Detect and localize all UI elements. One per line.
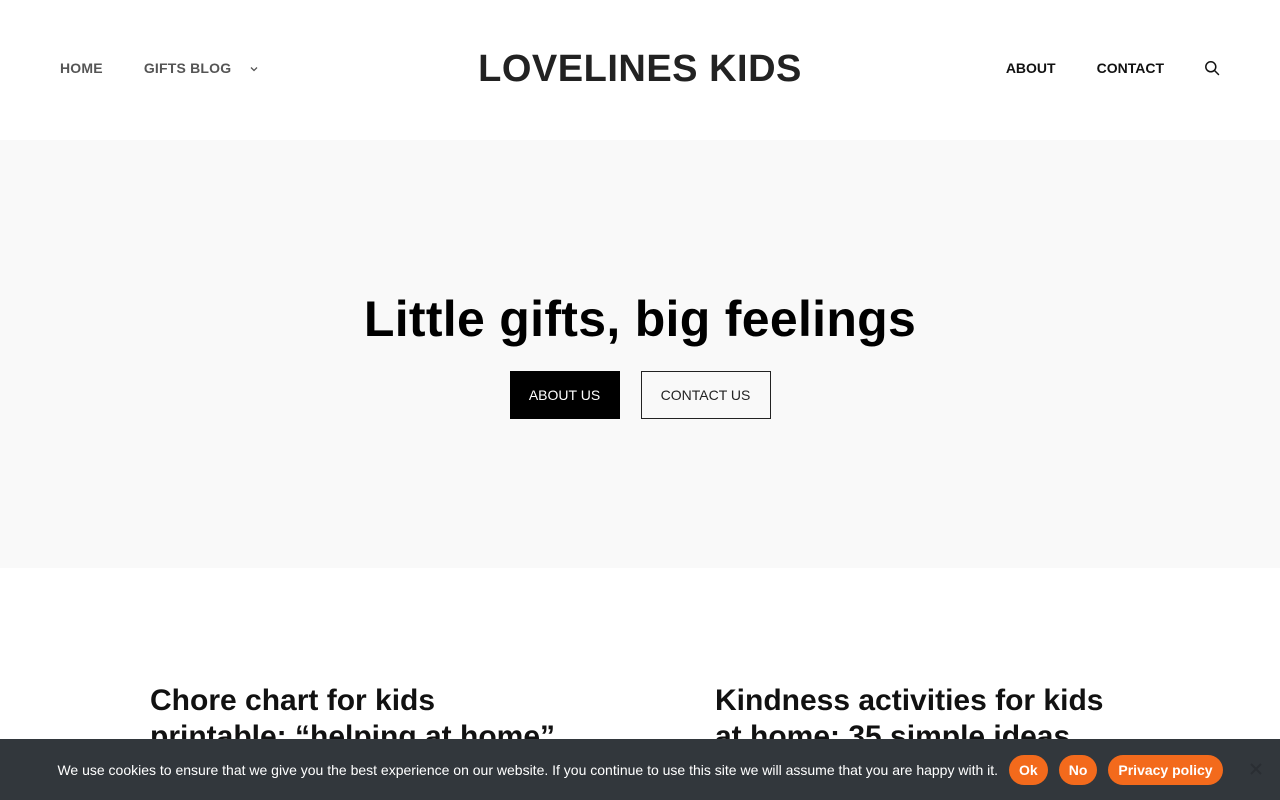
privacy-policy-button[interactable]: Privacy policy [1108, 754, 1223, 785]
nav-contact[interactable]: CONTACT [1097, 60, 1164, 76]
cookie-notice-bar: We use cookies to ensure that we give yo… [0, 739, 1280, 800]
about-us-button[interactable]: ABOUT US [509, 371, 620, 419]
close-icon[interactable] [1247, 760, 1265, 778]
hero-buttons: ABOUT US CONTACT US [0, 371, 1280, 419]
site-header: HOME GIFTS BLOG LOVELINES KIDS ABOUT CON… [0, 0, 1280, 140]
hero-section: Little gifts, big feelings ABOUT US CONT… [0, 140, 1280, 568]
nav-about[interactable]: ABOUT [1006, 60, 1056, 76]
cookie-notice-text: We use cookies to ensure that we give yo… [57, 761, 999, 778]
cookie-no-button[interactable]: No [1058, 754, 1098, 785]
cookie-ok-button[interactable]: Ok [1009, 754, 1048, 785]
primary-nav-right: ABOUT CONTACT [1006, 60, 1220, 76]
hero-title: Little gifts, big feelings [363, 291, 917, 347]
contact-us-button[interactable]: CONTACT US [640, 371, 771, 419]
search-icon[interactable] [1204, 60, 1220, 76]
